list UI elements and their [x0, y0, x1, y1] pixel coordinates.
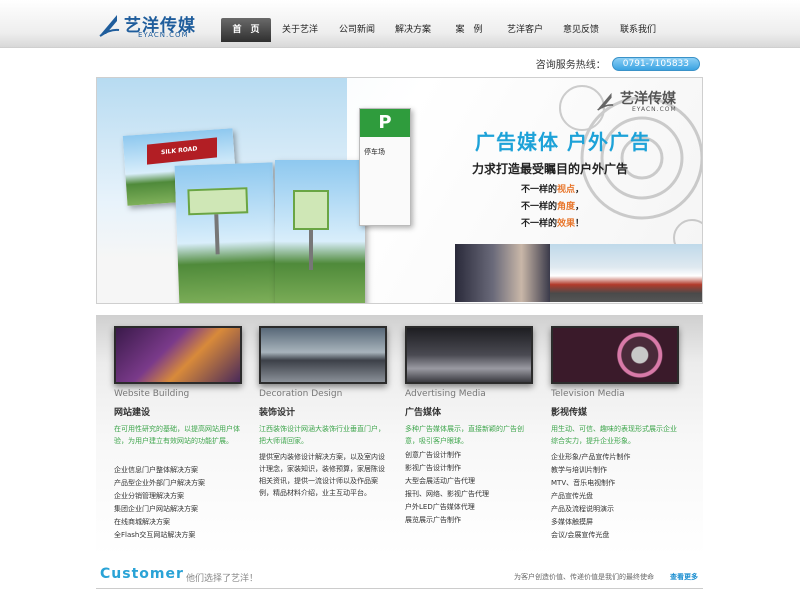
service-decoration-text: 提供室内装修设计解决方案，以及室内设计理念，家装知识，装修预算，家居陈设相关资讯… [259, 453, 385, 497]
service-television-list: 企业形象/产品宣传片制作 教学与培训片制作 MTV、音乐电视制作 产品宣传光盘 … [551, 451, 630, 542]
banner-line-3: 不一样的效果！ [521, 219, 585, 229]
list-item[interactable]: 展览展示广告制作 [405, 514, 489, 527]
banner-logo: 艺洋传媒 EYACN.COM [596, 88, 694, 116]
banner-photo-billboard-2 [275, 160, 365, 303]
list-item[interactable]: 企业分销管理解决方案 [114, 490, 205, 503]
customer-section: Customer 他们选择了艺洋！ 为客户创造价值、传递价值是我们的最终使命 查… [96, 566, 703, 588]
nav-item-feedback[interactable]: 意见反馈 [553, 18, 609, 42]
nav-item-cases[interactable]: 案 例 [441, 18, 497, 42]
list-item[interactable]: 企业形象/产品宣传片制作 [551, 451, 630, 464]
view-more-link[interactable]: 查看更多 [670, 572, 698, 582]
list-item[interactable]: 产品型企业外部门户解决方案 [114, 477, 205, 490]
banner-logo-mark-icon [597, 92, 614, 111]
banner-subtitle: 力求打造最受瞩目的户外广告 [472, 162, 629, 176]
parking-sign: P 停车场 [359, 108, 411, 226]
hotline-label: 咨询服务热线： [535, 60, 606, 71]
service-hotline: 咨询服务热线： 0791-7105833 [536, 56, 700, 71]
customer-slogan: 为客户创造价值、传递价值是我们的最终使命 [514, 573, 654, 581]
nav-item-clients[interactable]: 艺洋客户 [497, 18, 553, 42]
banner-photo-billboard-night [455, 244, 550, 302]
service-website-list: 企业信息门户整体解决方案 产品型企业外部门户解决方案 企业分销管理解决方案 集团… [114, 464, 205, 542]
service-decoration-en: Decoration Design [259, 389, 343, 399]
banner-logo-cn: 艺洋传媒 [620, 91, 676, 107]
list-item[interactable]: 多媒体触摸屏 [551, 516, 630, 529]
list-item[interactable]: MTV、音乐电视制作 [551, 477, 630, 490]
list-item[interactable]: 创意广告设计制作 [405, 449, 489, 462]
service-television-cn[interactable]: 影视传媒 [551, 405, 587, 418]
banner-line-2: 不一样的角度， [521, 202, 585, 212]
parking-sign-text: 停车场 [364, 148, 385, 156]
service-advertising-list: 创意广告设计制作 影视广告设计制作 大型会展活动广告代理 报刊、网络、影视广告代… [405, 449, 489, 527]
site-header: 艺洋传媒 EYACN.COM 首 页 关于艺洋 公司新闻 解决方案 案 例 艺洋… [0, 0, 800, 48]
site-logo[interactable]: 艺洋传媒 EYACN.COM [98, 10, 198, 42]
service-website-thumb[interactable] [114, 326, 242, 384]
customer-title: Customer [100, 566, 184, 582]
service-website-desc: 在可用性研究的基础，以提高网站用户体验，为用户建立有效网站的功能扩展。 [114, 425, 240, 445]
service-decoration-desc: 江西装饰设计网涵大装饰行业垂直门户，把大师请回家。 [259, 425, 385, 445]
list-item[interactable]: 会议/会展宣传光盘 [551, 529, 630, 542]
customer-subtitle: 他们选择了艺洋！ [186, 574, 259, 584]
nav-item-contact[interactable]: 联系我们 [609, 18, 667, 42]
list-item[interactable]: 产品宣传光盘 [551, 490, 630, 503]
banner-photo-bus [550, 244, 702, 302]
divider [96, 588, 703, 589]
services-section: Website Building 网站建设 在可用性研究的基础，以提高网站用户体… [96, 315, 703, 556]
list-item[interactable]: 教学与培训片制作 [551, 464, 630, 477]
nav-item-about[interactable]: 关于艺洋 [271, 18, 329, 42]
logo-mark-icon [99, 15, 120, 37]
list-item[interactable]: 户外LED广告媒体代理 [405, 501, 489, 514]
service-television-thumb[interactable] [551, 326, 679, 384]
list-item[interactable]: 大型会展活动广告代理 [405, 475, 489, 488]
hotline-number: 0791-7105833 [611, 56, 700, 71]
banner-logo-en: EYACN.COM [632, 106, 677, 113]
service-advertising-en: Advertising Media [405, 389, 486, 399]
service-television-desc: 用生动、可信、趣味的表现形式展示企业综合实力，提升企业形象。 [551, 425, 677, 445]
service-advertising-thumb[interactable] [405, 326, 533, 384]
list-item[interactable]: 集团企业门户网站解决方案 [114, 503, 205, 516]
service-television-en: Television Media [551, 389, 625, 399]
service-advertising-cn[interactable]: 广告媒体 [405, 405, 441, 418]
list-item[interactable]: 产品及流程说明演示 [551, 503, 630, 516]
banner-photo-strip [455, 244, 702, 302]
nav-item-news[interactable]: 公司新闻 [329, 18, 385, 42]
list-item[interactable]: 全Flash交互网站解决方案 [114, 529, 205, 542]
nav-item-solutions[interactable]: 解决方案 [385, 18, 441, 42]
service-decoration-cn[interactable]: 装饰设计 [259, 405, 295, 418]
nav-item-home[interactable]: 首 页 [221, 18, 271, 42]
banner-title: 广告媒体 户外广告 [475, 130, 651, 154]
logo-text-en: EYACN.COM [138, 31, 189, 39]
list-item[interactable]: 报刊、网络、影视广告代理 [405, 488, 489, 501]
main-nav: 首 页 关于艺洋 公司新闻 解决方案 案 例 艺洋客户 意见反馈 联系我们 [221, 18, 667, 44]
service-website-en: Website Building [114, 389, 190, 399]
service-advertising-desc: 多种广告媒体展示，直接新颖的广告创意，吸引客户眼球。 [405, 425, 524, 445]
banner-photo-billboard-1 [174, 162, 278, 303]
service-decoration-thumb[interactable] [259, 326, 387, 384]
parking-sign-letter: P [360, 109, 410, 137]
list-item[interactable]: 在线商城解决方案 [114, 516, 205, 529]
hero-banner: SILK ROAD P 停车场 艺洋传媒 EYACN.COM 广告媒体 户外广告… [96, 77, 703, 304]
list-item[interactable]: 影视广告设计制作 [405, 462, 489, 475]
service-website-cn[interactable]: 网站建设 [114, 405, 150, 418]
list-item[interactable]: 企业信息门户整体解决方案 [114, 464, 205, 477]
banner-line-1: 不一样的视点， [521, 185, 585, 195]
